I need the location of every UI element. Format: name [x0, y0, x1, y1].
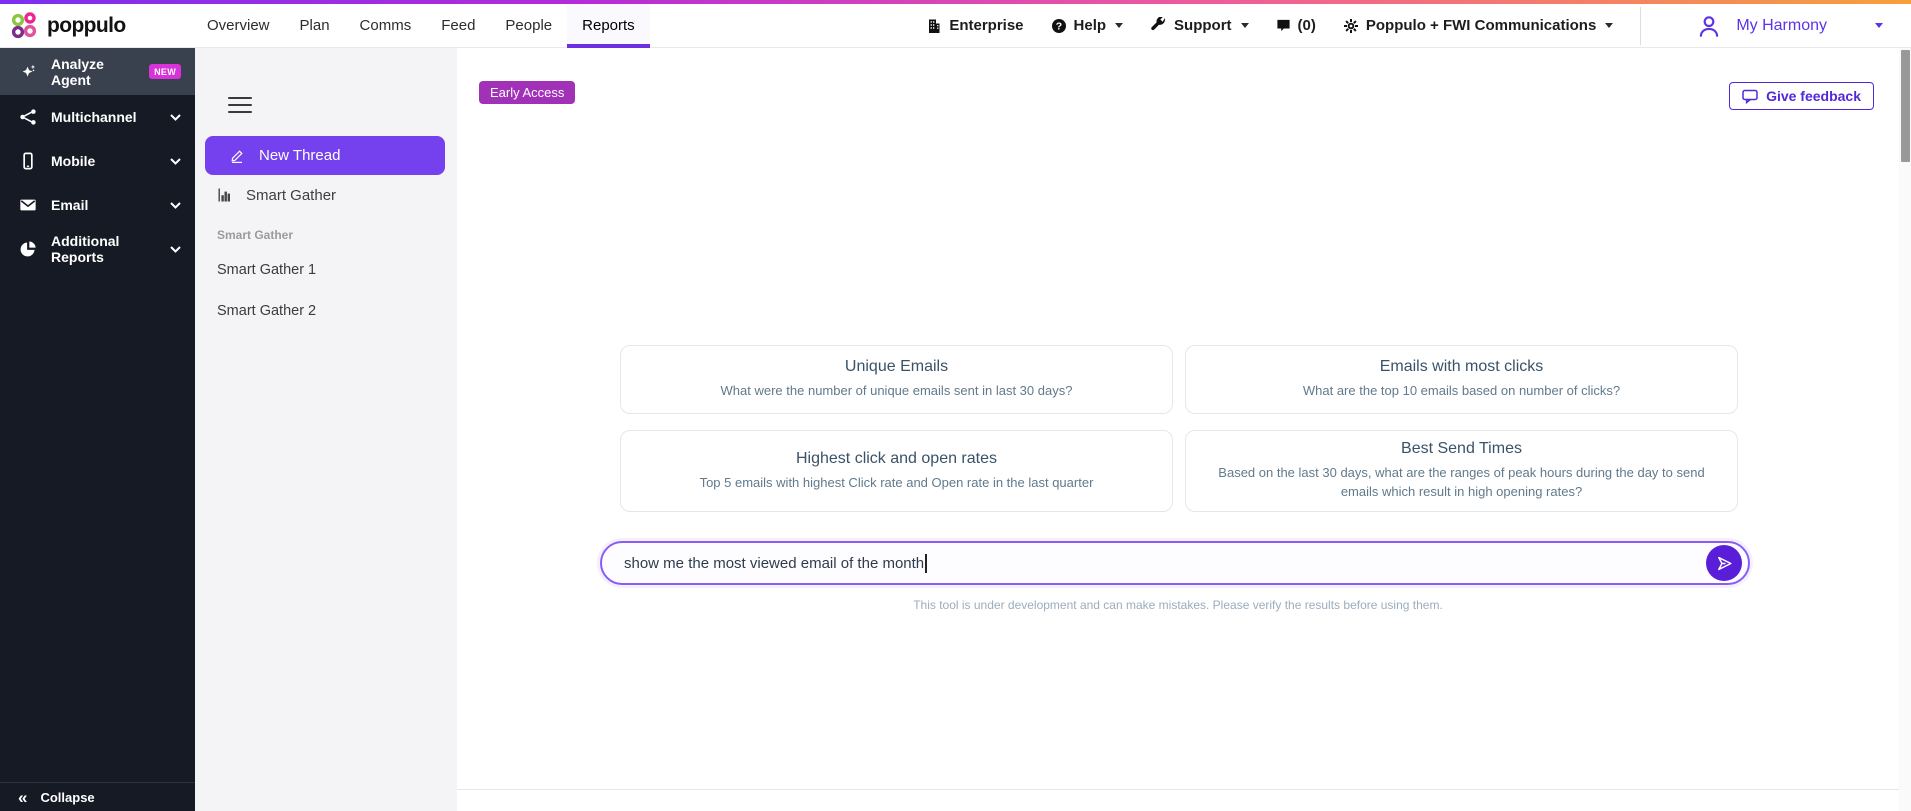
collapse-button[interactable]: « Collapse — [0, 782, 195, 811]
chevron-down-icon — [1115, 23, 1124, 28]
card-title: Unique Emails — [844, 358, 949, 376]
bar-chart-icon — [217, 187, 233, 203]
sidebar-item-analyze-agent[interactable]: Analyze Agent NEW — [0, 48, 195, 95]
user-avatar-icon — [1696, 13, 1722, 39]
sidebar-item-label: Analyze Agent — [51, 55, 104, 88]
pie-chart-icon — [18, 240, 38, 258]
support-label: Support — [1174, 17, 1232, 34]
chat-input[interactable]: show me the most viewed email of the mon… — [600, 541, 1750, 585]
notifications-menu[interactable]: (0) — [1276, 17, 1316, 34]
topbar: poppulo Overview Plan Comms Feed People … — [0, 4, 1911, 48]
collapse-icon: « — [18, 787, 28, 807]
poppulo-logo-icon — [10, 11, 40, 41]
topbar-right: Enterprise ? Help Support (0) Poppulo + … — [926, 4, 1911, 47]
sidebar-item-label: Additional Reports — [51, 233, 120, 265]
logo-wordmark: poppulo — [47, 13, 126, 37]
collapse-label: Collapse — [40, 789, 95, 805]
nav-people[interactable]: People — [490, 4, 567, 47]
help-menu[interactable]: ? Help — [1051, 17, 1124, 34]
give-feedback-button[interactable]: Give feedback — [1729, 82, 1874, 110]
new-thread-button[interactable]: New Thread — [205, 136, 445, 175]
suggestion-card-click-open-rates[interactable]: Highest click and open rates Top 5 email… — [620, 430, 1173, 512]
enterprise-menu[interactable]: Enterprise — [926, 17, 1024, 34]
card-description: Based on the last 30 days, what are the … — [1218, 465, 1705, 499]
feedback-bubble-icon — [1742, 88, 1758, 104]
chevron-down-icon — [170, 201, 181, 209]
sidebar-item-mobile[interactable]: Mobile — [0, 139, 195, 183]
suggestion-card-unique-emails[interactable]: Unique Emails What were the number of un… — [620, 345, 1173, 414]
sidebar-item-additional-reports[interactable]: Additional Reports — [0, 227, 195, 271]
new-thread-label: New Thread — [259, 147, 341, 164]
chevron-down-icon — [170, 245, 181, 253]
text-cursor — [925, 553, 927, 573]
nav-overview[interactable]: Overview — [192, 4, 285, 47]
mobile-icon — [18, 152, 38, 170]
nav-reports[interactable]: Reports — [567, 4, 650, 48]
threads-panel: New Thread Smart Gather Smart Gather Sma… — [195, 48, 457, 811]
org-switcher[interactable]: Poppulo + FWI Communications — [1343, 17, 1614, 34]
gear-icon — [1343, 18, 1359, 34]
notifications-count: (0) — [1297, 17, 1316, 34]
suggestion-cards: Unique Emails What were the number of un… — [620, 345, 1738, 512]
sparkles-icon — [18, 63, 38, 81]
sidebar-item-label: Mobile — [51, 153, 96, 169]
smart-gather-label: Smart Gather — [246, 186, 337, 204]
chevron-down-icon — [1240, 23, 1249, 28]
send-icon — [1715, 554, 1734, 573]
sidebar-item-email[interactable]: Email — [0, 183, 195, 227]
early-access-badge: Early Access — [479, 81, 576, 104]
enterprise-label: Enterprise — [949, 17, 1024, 34]
org-label: Poppulo + FWI Communications — [1365, 17, 1597, 34]
card-title: Highest click and open rates — [796, 449, 997, 467]
poppulo-logo: poppulo — [0, 4, 150, 47]
topbar-divider — [1640, 6, 1642, 45]
main-nav: Overview Plan Comms Feed People Reports — [192, 4, 650, 48]
threads-section-title: Smart Gather — [217, 228, 294, 242]
chat-input-value: show me the most viewed email of the mon… — [624, 554, 925, 572]
sidebar: Analyze Agent NEW Multichannel Mobile Em… — [0, 48, 195, 811]
card-title: Emails with most clicks — [1379, 358, 1544, 376]
support-menu[interactable]: Support — [1150, 17, 1249, 34]
app-root: poppulo Overview Plan Comms Feed People … — [0, 0, 1911, 811]
smart-gather-nav-item[interactable]: Smart Gather — [217, 181, 336, 209]
email-icon — [18, 196, 38, 214]
scrollbar-track[interactable] — [1899, 48, 1911, 811]
chevron-down-icon — [1605, 23, 1614, 28]
comment-icon — [1276, 18, 1291, 33]
new-badge: NEW — [149, 64, 181, 79]
sidebar-item-multichannel[interactable]: Multichannel — [0, 95, 195, 139]
help-label: Help — [1073, 17, 1107, 34]
send-button[interactable] — [1706, 545, 1742, 581]
hamburger-menu-icon[interactable] — [228, 97, 252, 113]
chevron-down-icon — [170, 157, 181, 165]
disclaimer-text: This tool is under development and can m… — [913, 598, 1443, 612]
user-name: My Harmony — [1736, 16, 1827, 34]
main-content: Early Access Give feedback Unique Emails… — [457, 48, 1899, 811]
user-menu[interactable]: My Harmony — [1668, 13, 1897, 39]
chevron-down-icon — [1875, 23, 1883, 28]
card-description: What were the number of unique emails se… — [720, 383, 1073, 399]
nav-feed[interactable]: Feed — [426, 4, 490, 47]
building-icon — [926, 18, 942, 34]
compose-icon — [229, 148, 245, 164]
wrench-icon — [1150, 17, 1167, 34]
multichannel-icon — [18, 108, 38, 126]
nav-plan[interactable]: Plan — [285, 4, 345, 47]
give-feedback-label: Give feedback — [1766, 88, 1861, 104]
scrollbar-thumb[interactable] — [1900, 50, 1910, 162]
suggestion-card-most-clicks[interactable]: Emails with most clicks What are the top… — [1185, 345, 1738, 414]
card-description: What are the top 10 emails based on numb… — [1302, 383, 1621, 399]
thread-item[interactable]: Smart Gather 1 — [217, 256, 316, 284]
chevron-down-icon — [170, 113, 181, 121]
sidebar-item-label: Multichannel — [51, 109, 137, 125]
card-description: Top 5 emails with highest Click rate and… — [699, 474, 1094, 490]
suggestion-card-best-send-times[interactable]: Best Send Times Based on the last 30 day… — [1185, 430, 1738, 512]
card-title: Best Send Times — [1401, 440, 1522, 458]
help-icon: ? — [1051, 18, 1067, 34]
svg-text:?: ? — [1055, 20, 1061, 32]
thread-item[interactable]: Smart Gather 2 — [217, 297, 316, 325]
bottom-divider — [457, 789, 1899, 790]
nav-comms[interactable]: Comms — [345, 4, 427, 47]
sidebar-item-label: Email — [51, 197, 89, 213]
